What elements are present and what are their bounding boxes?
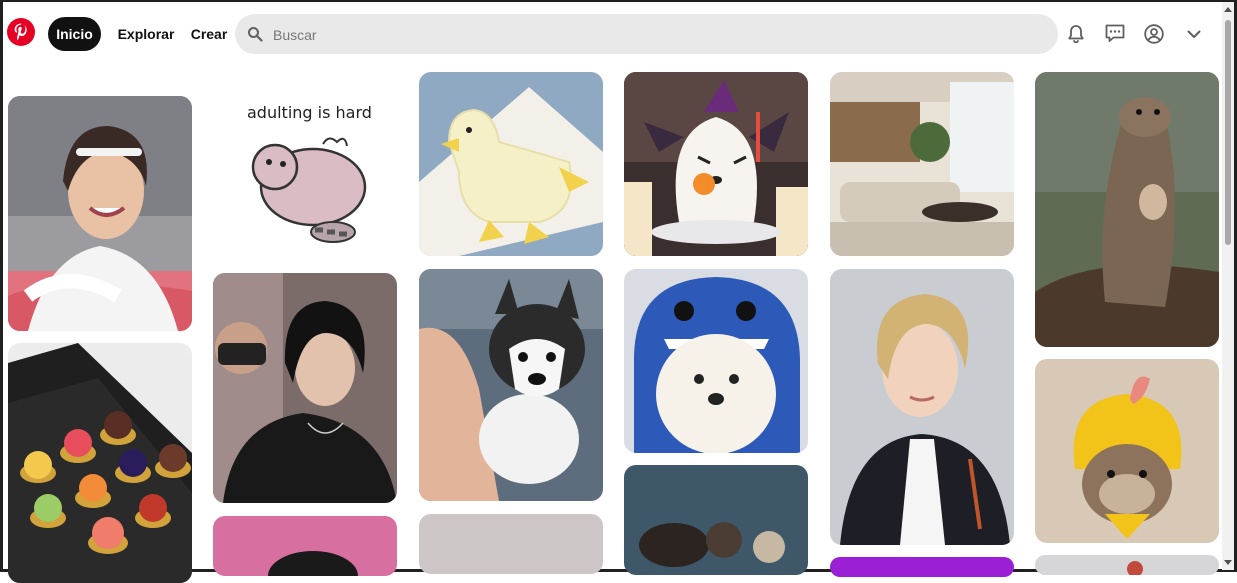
pin-card-standing-otter[interactable] bbox=[1035, 72, 1219, 347]
search-bar[interactable] bbox=[235, 14, 1058, 56]
search-icon bbox=[248, 27, 263, 42]
scroll-down-arrow-icon[interactable] bbox=[1224, 560, 1232, 565]
pin-card-grey-photo[interactable] bbox=[419, 514, 603, 574]
pin-card-mini-tarts[interactable] bbox=[8, 343, 192, 583]
chat-icon[interactable] bbox=[1104, 22, 1126, 44]
pin-card-pink-photo[interactable] bbox=[213, 516, 397, 576]
page-scrollbar[interactable] bbox=[1222, 2, 1234, 570]
pin-card-otter-chick-hat[interactable] bbox=[1035, 359, 1219, 543]
scroll-up-arrow-icon[interactable] bbox=[1224, 7, 1232, 12]
pin-card-otters-water[interactable] bbox=[624, 465, 808, 575]
scrollbar-thumb[interactable] bbox=[1225, 20, 1231, 245]
nav-explore-button[interactable]: Explorar bbox=[113, 17, 179, 51]
user-circle-icon[interactable] bbox=[1143, 23, 1165, 45]
bell-icon[interactable] bbox=[1065, 23, 1087, 45]
pin-card-hamster-sticker[interactable]: adulting is hard bbox=[213, 72, 397, 257]
search-input[interactable] bbox=[271, 14, 1035, 56]
pin-card-living-room[interactable] bbox=[830, 72, 1014, 256]
nav-home-button[interactable]: Inicio bbox=[48, 17, 101, 51]
pin-card-blond-man[interactable] bbox=[830, 269, 1014, 545]
top-navigation-bar: Inicio Explorar Crear bbox=[3, 2, 1225, 70]
pin-card-light-grey-photo[interactable] bbox=[1035, 555, 1219, 575]
pin-sticker-text: adulting is hard bbox=[247, 103, 372, 122]
pin-card-purple-photo[interactable] bbox=[830, 557, 1014, 577]
pin-card-smiling-man[interactable] bbox=[8, 96, 192, 331]
pin-card-ghost-cake[interactable] bbox=[624, 72, 808, 256]
chevron-down-icon[interactable] bbox=[1183, 23, 1205, 45]
pinterest-logo-icon[interactable] bbox=[7, 18, 35, 46]
pin-card-husky-puppy[interactable] bbox=[419, 269, 603, 501]
pin-card-samoyed-hoodie[interactable] bbox=[624, 269, 808, 453]
nav-create-button[interactable]: Crear bbox=[187, 17, 231, 51]
pin-card-duck-cake[interactable] bbox=[419, 72, 603, 256]
pin-card-dark-hair-man[interactable] bbox=[213, 273, 397, 503]
